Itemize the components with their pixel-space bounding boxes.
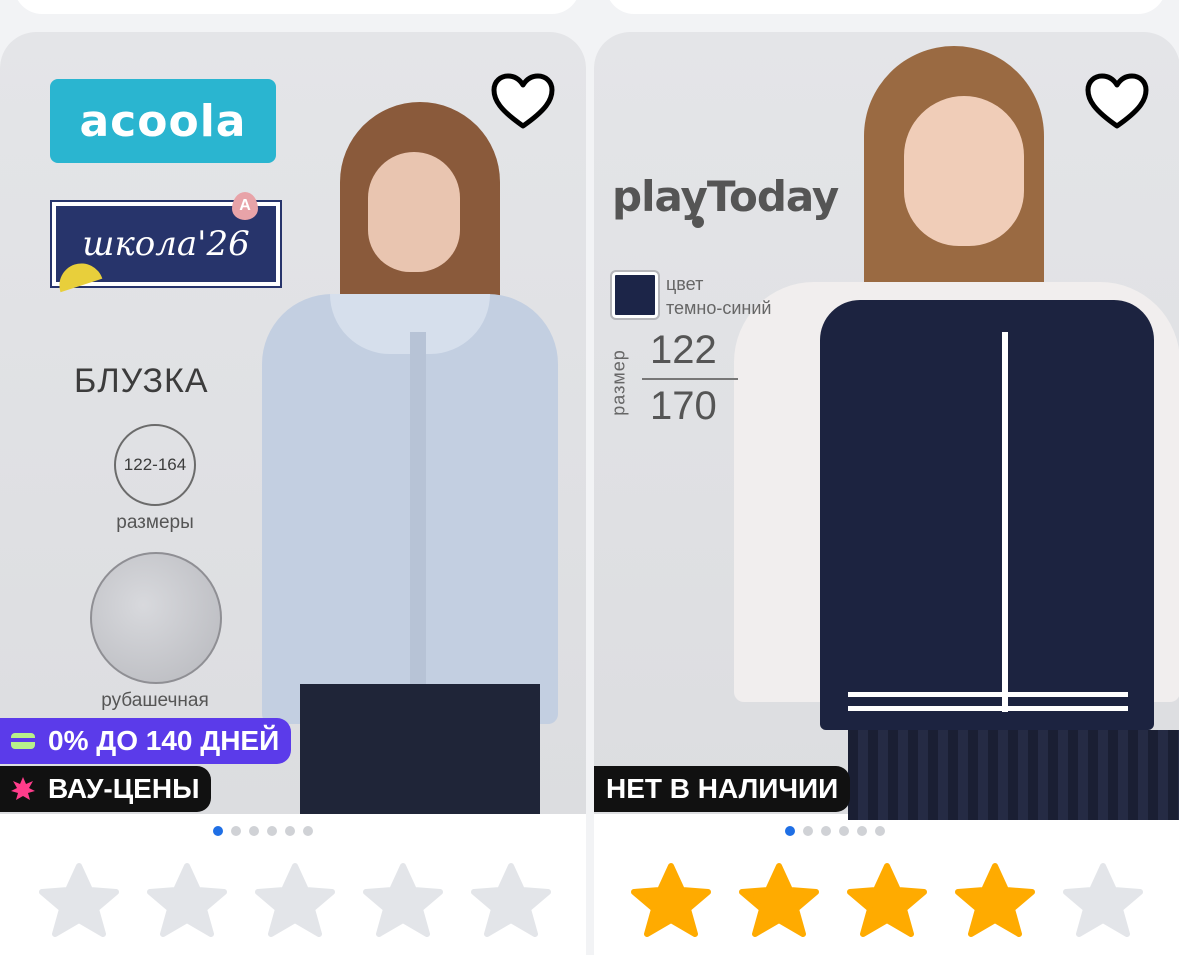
heart-outline-icon[interactable] <box>1084 72 1150 132</box>
model-skirt <box>848 730 1179 820</box>
installment-text: 0% ДО 140 ДНЕЙ <box>48 725 280 756</box>
model-placket <box>410 332 426 722</box>
carousel-dot[interactable] <box>803 826 813 836</box>
carousel-dot[interactable] <box>875 826 885 836</box>
star-icon[interactable] <box>252 862 338 938</box>
product-image[interactable]: playToday цвет темно-синий размер 122 17… <box>594 32 1179 820</box>
size-range: 122-164 <box>114 424 196 506</box>
carousel-dot[interactable] <box>303 826 313 836</box>
carousel-dot[interactable] <box>821 826 831 836</box>
product-image[interactable]: acoola школа'26 A БЛУЗКА 122-164 размеры… <box>0 32 586 814</box>
promo-text: ВАУ-ЦЕНЫ <box>48 773 200 804</box>
size-value-bottom: 170 <box>650 384 717 428</box>
star-icon[interactable] <box>844 862 930 938</box>
color-swatch <box>610 270 660 320</box>
model-skirt <box>300 684 540 814</box>
model-face <box>368 152 460 272</box>
carousel-dot[interactable] <box>231 826 241 836</box>
model-face <box>904 96 1024 246</box>
carousel-dot[interactable] <box>857 826 867 836</box>
brand-logo-dot <box>692 216 704 228</box>
star-icon[interactable] <box>360 862 446 938</box>
promo-badge: ВАУ-ЦЕНЫ <box>0 766 212 812</box>
vest-trim <box>1002 332 1008 712</box>
image-carousel-dots[interactable] <box>594 826 1128 836</box>
brand-logo: acoola <box>50 79 276 163</box>
out-of-stock-badge: НЕТ В НАЛИЧИИ <box>594 766 851 812</box>
carousel-dot[interactable] <box>285 826 295 836</box>
star-icon[interactable] <box>468 862 554 938</box>
fabric-swatch <box>90 552 222 684</box>
color-label: цвет темно-синий <box>666 272 771 320</box>
image-carousel-dots[interactable] <box>0 826 556 836</box>
model-vest <box>820 300 1154 730</box>
star-icon[interactable] <box>736 862 822 938</box>
star-icon[interactable] <box>628 862 714 938</box>
star-icon[interactable] <box>1060 862 1146 938</box>
carousel-dot[interactable] <box>267 826 277 836</box>
installment-badge: 0% ДО 140 ДНЕЙ <box>0 718 292 764</box>
star-icon[interactable] <box>36 862 122 938</box>
star-icon[interactable] <box>144 862 230 938</box>
product-card-acoola[interactable]: acoola школа'26 A БЛУЗКА 122-164 размеры… <box>0 32 586 955</box>
fabric-caption: рубашечная <box>101 690 209 711</box>
product-card-playtoday[interactable]: playToday цвет темно-синий размер 122 17… <box>594 32 1179 955</box>
rating-stars[interactable] <box>36 862 586 938</box>
vest-band <box>848 692 1128 697</box>
color-label-line2: темно-синий <box>666 298 772 318</box>
size-divider <box>642 378 738 380</box>
vest-band <box>848 706 1128 711</box>
out-of-stock-text: НЕТ В НАЛИЧИИ <box>606 773 839 804</box>
heart-outline-icon[interactable] <box>490 72 556 132</box>
brand-logo: playToday <box>612 172 839 221</box>
card-icon <box>10 731 36 751</box>
collection-badge: A <box>232 192 258 220</box>
size-value-top: 122 <box>650 328 717 372</box>
rating-stars[interactable] <box>628 862 1179 938</box>
previous-card-left-bottom <box>14 0 580 14</box>
burst-icon <box>10 777 36 800</box>
star-icon[interactable] <box>952 862 1038 938</box>
color-label-line1: цвет <box>666 274 704 294</box>
carousel-dot[interactable] <box>213 826 223 836</box>
carousel-dot[interactable] <box>785 826 795 836</box>
size-caption: размеры <box>116 512 194 533</box>
size-label: размер <box>608 349 629 416</box>
previous-card-right-bottom <box>606 0 1166 14</box>
carousel-dot[interactable] <box>839 826 849 836</box>
carousel-dot[interactable] <box>249 826 259 836</box>
product-type-label: БЛУЗКА <box>74 362 209 400</box>
